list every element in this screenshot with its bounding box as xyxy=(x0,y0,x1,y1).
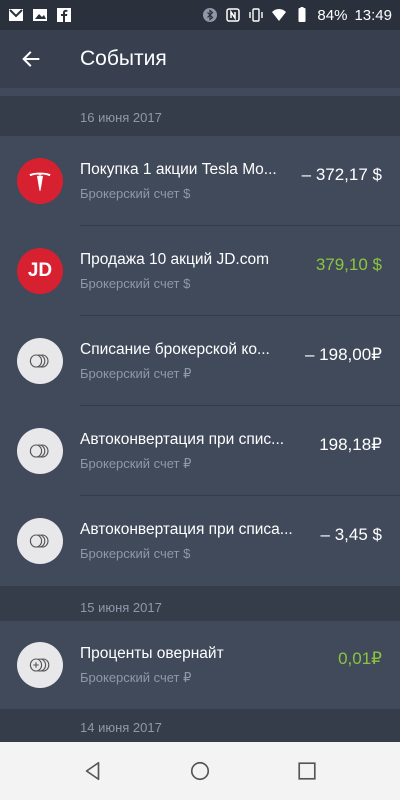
item-amount: 198,18₽ xyxy=(319,435,382,454)
nfc-icon xyxy=(225,7,241,23)
nav-back-icon xyxy=(86,761,100,781)
battery-icon xyxy=(294,7,310,23)
back-button[interactable] xyxy=(16,44,46,74)
item-amount: 0,01₽ xyxy=(338,649,382,668)
nav-home-icon xyxy=(190,761,210,781)
jd-icon: JD xyxy=(17,248,63,294)
nav-recents-icon xyxy=(298,762,316,780)
item-account: Брокерский счет ₽ xyxy=(80,456,192,471)
tesla-icon xyxy=(17,158,63,204)
item-title: Автоконвертация при списа... xyxy=(80,521,293,538)
item-title: Проценты овернайт xyxy=(80,645,224,662)
gmail-icon xyxy=(8,7,24,23)
item-account: Брокерский счет $ xyxy=(80,546,191,561)
image-icon xyxy=(32,7,48,23)
item-account: Брокерский счет $ xyxy=(80,276,191,291)
battery-level: 84% xyxy=(317,6,348,24)
list-item[interactable]: Автоконвертация при спис... Брокерский с… xyxy=(0,406,400,496)
item-amount: – 372,17 $ xyxy=(301,165,382,184)
date-label: 15 июня 2017 xyxy=(80,599,162,615)
facebook-icon xyxy=(56,7,72,23)
coins-icon xyxy=(17,518,63,564)
list-item[interactable]: Покупка 1 акции Tesla Mo... Брокерский с… xyxy=(0,136,400,226)
nav-back-button[interactable] xyxy=(73,751,113,791)
bluetooth-icon xyxy=(202,7,218,23)
coins-plus-icon xyxy=(17,642,63,688)
status-bar: 84% 13:49 xyxy=(0,0,400,30)
item-title: Списание брокерской ко... xyxy=(80,341,270,358)
page-title: События xyxy=(80,47,167,70)
nav-recents-button[interactable] xyxy=(287,751,327,791)
arrow-back-icon xyxy=(22,51,40,67)
date-label: 16 июня 2017 xyxy=(80,109,162,125)
list-item[interactable]: Проценты овернайт Брокерский счет ₽ 0,01… xyxy=(0,621,400,709)
date-label: 14 июня 2017 xyxy=(80,719,162,735)
date-header: 14 июня 2017 xyxy=(0,709,400,745)
item-amount: 379,10 $ xyxy=(315,255,382,274)
vibrate-icon xyxy=(248,7,264,23)
app-bar: События xyxy=(0,30,400,88)
date-header: 16 июня 2017 xyxy=(0,96,400,138)
system-nav-bar xyxy=(0,742,400,800)
wifi-icon xyxy=(271,7,287,23)
coins-icon xyxy=(17,428,63,474)
item-account: Брокерский счет ₽ xyxy=(80,366,192,381)
item-amount: – 3,45 $ xyxy=(320,525,382,544)
clock: 13:49 xyxy=(354,6,392,24)
item-account: Брокерский счет ₽ xyxy=(80,670,192,685)
list-item[interactable]: JD Продажа 10 акций JD.com Брокерский сч… xyxy=(0,226,400,316)
item-title: Автоконвертация при спис... xyxy=(80,431,285,448)
list-item[interactable]: Списание брокерской ко... Брокерский сче… xyxy=(0,316,400,406)
item-title: Покупка 1 акции Tesla Mo... xyxy=(80,161,277,178)
item-amount: – 198,00₽ xyxy=(305,345,382,364)
nav-home-button[interactable] xyxy=(180,751,220,791)
item-account: Брокерский счет $ xyxy=(80,186,191,201)
coins-icon xyxy=(17,338,63,384)
jd-logo-text: JD xyxy=(27,260,53,281)
item-title: Продажа 10 акций JD.com xyxy=(80,251,269,268)
list-item[interactable]: Автоконвертация при списа... Брокерский … xyxy=(0,496,400,586)
